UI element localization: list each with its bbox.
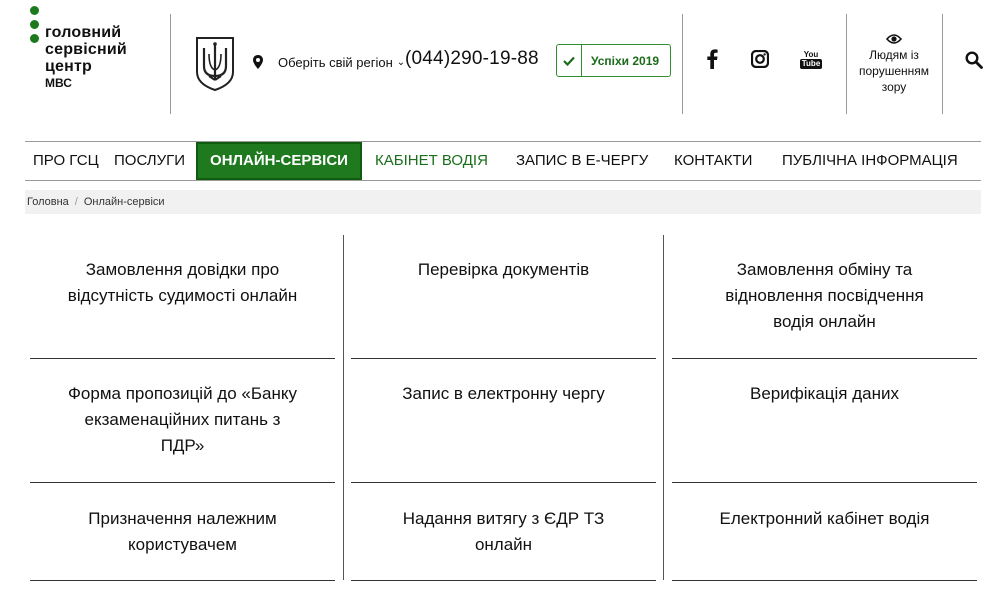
- service-line: водія онлайн: [773, 312, 876, 331]
- nav-item-public-info[interactable]: ПУБЛІЧНА ІНФОРМАЦІЯ: [782, 142, 958, 180]
- region-selector[interactable]: Оберіть свій регіон ⌄: [252, 51, 405, 73]
- service-line: Надання витягу з ЄДР ТЗ: [402, 509, 605, 528]
- accessibility-button[interactable]: Людям із порушенням зору: [852, 33, 936, 95]
- nav-item-services[interactable]: ПОСЛУГИ: [114, 142, 185, 180]
- grid-row-divider: [672, 580, 977, 581]
- grid-row-divider: [30, 358, 335, 359]
- header-divider: [846, 14, 847, 114]
- facebook-icon[interactable]: [701, 48, 723, 70]
- service-line: Запис в електронну чергу: [402, 384, 605, 403]
- header-divider: [682, 14, 683, 114]
- service-data-verification[interactable]: Верифікація даних: [672, 381, 977, 407]
- grid-row-divider: [351, 580, 656, 581]
- service-electronic-queue[interactable]: Запис в електронну чергу: [351, 381, 656, 407]
- trident-emblem-icon: [196, 37, 234, 92]
- header-divider: [942, 14, 943, 114]
- grid-row-divider: [351, 482, 656, 483]
- service-driver-e-cabinet[interactable]: Електронний кабінет водія: [672, 506, 977, 532]
- success-2019-label: Успіхи 2019: [591, 53, 660, 68]
- breadcrumb: Головна / Онлайн-сервіси: [25, 190, 981, 214]
- logo-line-1: головний: [45, 24, 122, 41]
- service-line: Перевірка документів: [417, 260, 590, 279]
- nav-item-e-queue[interactable]: ЗАПИС В Е-ЧЕРГУ: [516, 142, 648, 180]
- logo-line-2: сервісний: [45, 41, 127, 58]
- service-exam-questions-proposals[interactable]: Форма пропозицій до «Банку екзаменаційни…: [30, 381, 335, 459]
- site-logo[interactable]: головний сервісний центр МВС: [45, 24, 127, 92]
- phone-number[interactable]: (044)290-19-88: [405, 48, 539, 70]
- grid-row-divider: [672, 358, 977, 359]
- service-line: онлайн: [474, 535, 533, 554]
- service-proper-user-assignment[interactable]: Призначення належним користувачем: [30, 506, 335, 558]
- header-divider: [170, 14, 171, 114]
- service-line: відсутність судимості онлайн: [67, 286, 298, 305]
- region-label: Оберіть свій регіон: [278, 54, 393, 70]
- success-2019-button[interactable]: Успіхи 2019: [556, 44, 671, 77]
- grid-row-divider: [30, 580, 335, 581]
- nav-item-contacts[interactable]: КОНТАКТИ: [674, 142, 752, 180]
- breadcrumb-current: Онлайн-сервіси: [83, 196, 165, 208]
- service-line: Верифікація даних: [750, 384, 899, 403]
- service-line: Форма пропозицій до «Банку: [68, 384, 297, 403]
- location-pin-icon: [253, 55, 263, 69]
- service-license-exchange[interactable]: Замовлення обміну та відновлення посвідч…: [672, 257, 977, 335]
- breadcrumb-separator: /: [74, 196, 78, 208]
- service-line: екзаменаційних питань з: [84, 410, 281, 429]
- breadcrumb-home[interactable]: Головна: [27, 196, 69, 208]
- service-line: Призначення належним: [88, 509, 277, 528]
- service-line: відновлення посвідчення: [725, 286, 924, 305]
- eye-icon: [886, 34, 902, 44]
- logo-line-3: центр: [45, 58, 93, 75]
- grid-row-divider: [351, 358, 656, 359]
- service-line: Замовлення обміну та: [736, 260, 913, 279]
- youtube-icon[interactable]: You Tube: [799, 46, 823, 72]
- search-icon[interactable]: [965, 51, 983, 69]
- nav-item-about[interactable]: ПРО ГСЦ: [33, 142, 99, 180]
- youtube-label-bottom: Tube: [799, 58, 823, 69]
- grid-column-divider: [663, 235, 664, 580]
- service-line: користувачем: [128, 535, 237, 554]
- grid-row-divider: [672, 482, 977, 483]
- grid-column-divider: [343, 235, 344, 580]
- service-criminal-record-certificate[interactable]: Замовлення довідки про відсутність судим…: [30, 257, 335, 309]
- service-document-check[interactable]: Перевірка документів: [351, 257, 656, 283]
- logo-dots: [30, 4, 42, 44]
- check-icon: [557, 45, 582, 76]
- nav-item-online-services[interactable]: ОНЛАЙН-СЕРВІСИ: [196, 142, 362, 180]
- youtube-label-top: You: [803, 49, 819, 59]
- service-line: ПДР»: [160, 436, 205, 455]
- grid-row-divider: [30, 482, 335, 483]
- nav-item-driver-cabinet[interactable]: КАБІНЕТ ВОДІЯ: [375, 142, 488, 180]
- service-line: Електронний кабінет водія: [719, 509, 930, 528]
- chevron-down-icon: ⌄: [396, 56, 406, 68]
- service-line: Замовлення довідки про: [85, 260, 280, 279]
- logo-sub: МВС: [45, 76, 72, 90]
- instagram-icon[interactable]: [749, 48, 771, 70]
- accessibility-label: Людям із порушенням зору: [858, 48, 929, 94]
- nav-border-bottom: [25, 180, 981, 181]
- service-vehicle-register-extract[interactable]: Надання витягу з ЄДР ТЗ онлайн: [351, 506, 656, 558]
